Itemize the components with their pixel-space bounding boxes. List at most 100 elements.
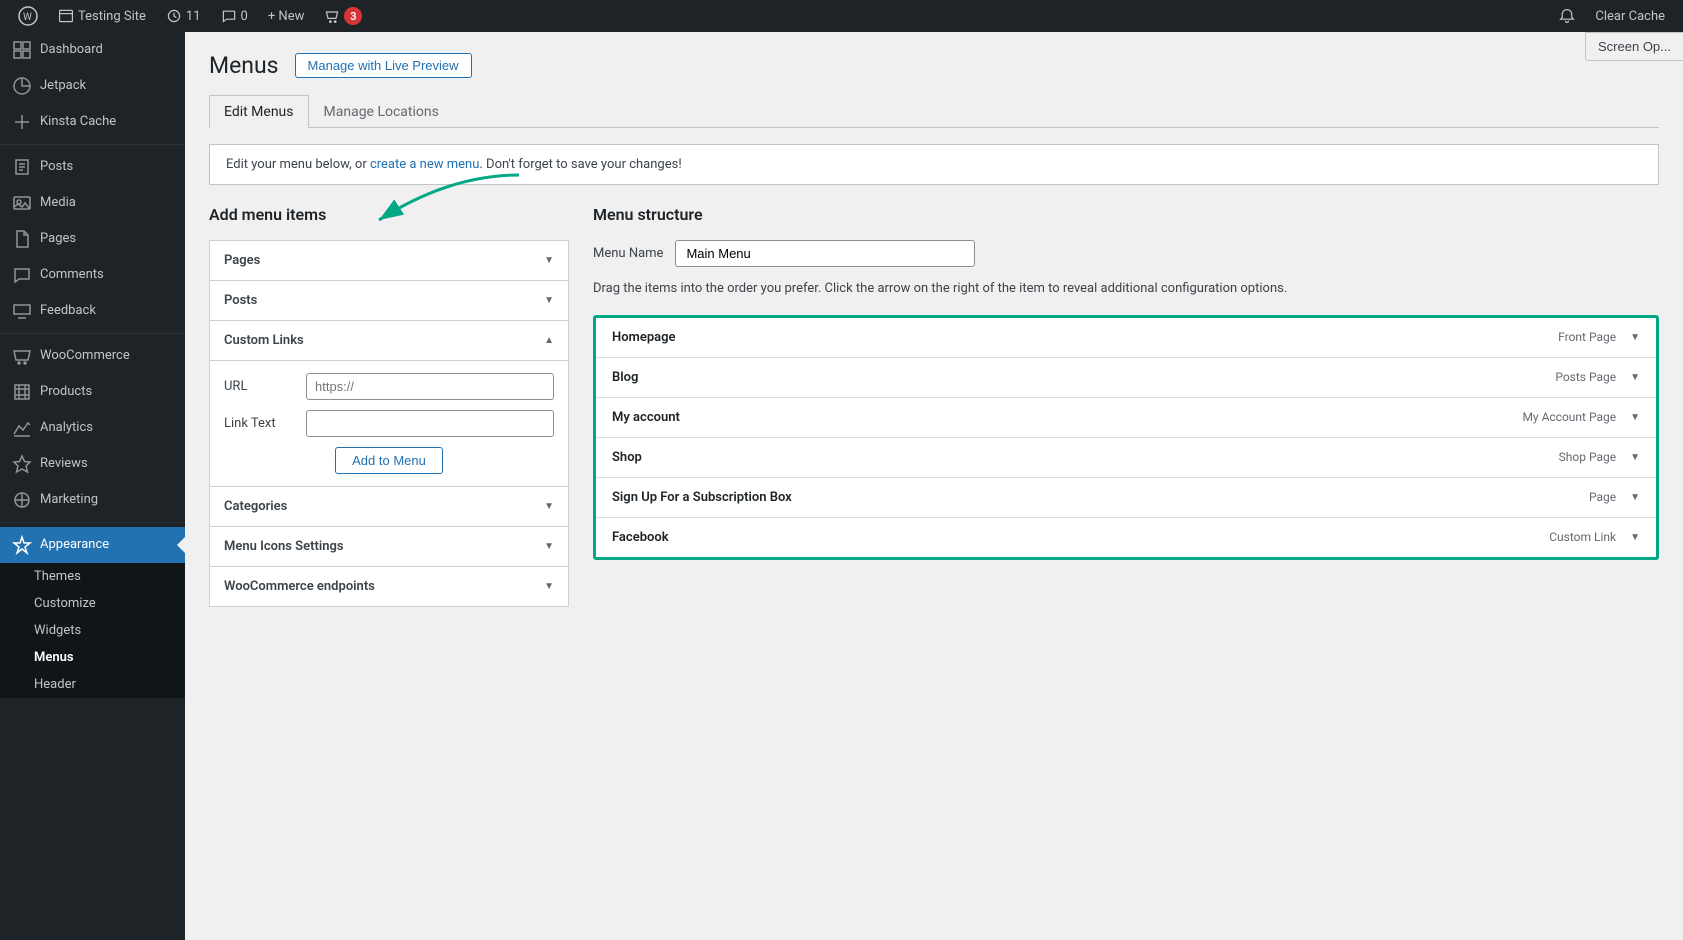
accordion-categories-header[interactable]: Categories ▼ bbox=[210, 487, 568, 526]
sidebar-item-comments[interactable]: Comments bbox=[0, 257, 185, 293]
tab-manage-locations[interactable]: Manage Locations bbox=[309, 95, 454, 128]
url-input[interactable] bbox=[306, 373, 554, 400]
pages-chevron-icon: ▼ bbox=[544, 255, 554, 266]
woo-badge: 3 bbox=[344, 7, 362, 25]
menu-item-homepage-right: Front Page ▼ bbox=[1558, 330, 1640, 344]
sidebar-item-dashboard[interactable]: Dashboard bbox=[0, 32, 185, 68]
menu-description: Drag the items into the order you prefer… bbox=[593, 279, 1659, 299]
accordion-pages: Pages ▼ bbox=[209, 240, 569, 281]
my-account-expand-icon[interactable]: ▼ bbox=[1630, 412, 1640, 423]
two-col-layout: Add menu items Pages bbox=[209, 205, 1659, 607]
accordion-custom-links: Custom Links ▲ URL Link Text Add to Menu bbox=[209, 321, 569, 487]
main-wrapper: Dashboard Jetpack Kinsta Cache Posts Me bbox=[0, 32, 1683, 940]
sidebar-item-analytics[interactable]: Analytics bbox=[0, 410, 185, 446]
page-title: Menus bbox=[209, 52, 279, 79]
link-text-input[interactable] bbox=[306, 410, 554, 437]
tab-edit-menus[interactable]: Edit Menus bbox=[209, 95, 309, 128]
sidebar-submenu-appearance: Themes Customize Widgets Menus Header bbox=[0, 563, 185, 698]
clear-cache-btn[interactable]: Clear Cache bbox=[1585, 0, 1675, 32]
screen-options-btn[interactable]: Screen Op... bbox=[1585, 32, 1683, 61]
site-name-btn[interactable]: Testing Site bbox=[48, 0, 156, 32]
info-bar: Edit your menu below, or create a new me… bbox=[209, 144, 1659, 185]
new-btn[interactable]: + New bbox=[258, 0, 315, 32]
accordion-posts-header[interactable]: Posts ▼ bbox=[210, 281, 568, 320]
sidebar-label-posts: Posts bbox=[40, 158, 73, 176]
menu-item-shop[interactable]: Shop Shop Page ▼ bbox=[596, 438, 1656, 478]
homepage-expand-icon[interactable]: ▼ bbox=[1630, 332, 1640, 343]
sidebar-item-media[interactable]: Media bbox=[0, 185, 185, 221]
sidebar-item-kinsta[interactable]: Kinsta Cache bbox=[0, 104, 185, 140]
sidebar-sep-3 bbox=[0, 522, 185, 523]
accordion-categories: Categories ▼ bbox=[209, 487, 569, 527]
sidebar-submenu-menus[interactable]: Menus bbox=[0, 644, 185, 671]
url-row: URL bbox=[224, 373, 554, 400]
sidebar-label-woocommerce: WooCommerce bbox=[40, 347, 130, 365]
info-text-after: . Don't forget to save your changes! bbox=[479, 157, 681, 172]
accordion-menu-icons: Menu Icons Settings ▼ bbox=[209, 527, 569, 567]
sidebar-submenu-themes[interactable]: Themes bbox=[0, 563, 185, 590]
menu-structure-header: Menu structure bbox=[593, 205, 1659, 224]
admin-bar-right: Clear Cache bbox=[1549, 0, 1675, 32]
sidebar-submenu-header[interactable]: Header bbox=[0, 671, 185, 698]
sidebar-item-posts[interactable]: Posts bbox=[0, 149, 185, 185]
sign-up-expand-icon[interactable]: ▼ bbox=[1630, 492, 1640, 503]
sidebar-item-feedback[interactable]: Feedback bbox=[0, 293, 185, 329]
sidebar-submenu-customize[interactable]: Customize bbox=[0, 590, 185, 617]
menu-item-homepage[interactable]: Homepage Front Page ▼ bbox=[596, 318, 1656, 358]
menu-name-input[interactable] bbox=[675, 240, 975, 267]
menu-item-facebook[interactable]: Facebook Custom Link ▼ bbox=[596, 518, 1656, 557]
sidebar-item-products[interactable]: Products bbox=[0, 374, 185, 410]
admin-bar: W Testing Site 11 0 + New 3 bbox=[0, 0, 1683, 32]
menu-item-my-account[interactable]: My account My Account Page ▼ bbox=[596, 398, 1656, 438]
sidebar-item-woocommerce[interactable]: WooCommerce bbox=[0, 338, 185, 374]
add-menu-items-header: Add menu items bbox=[209, 205, 569, 224]
menu-item-blog[interactable]: Blog Posts Page ▼ bbox=[596, 358, 1656, 398]
sidebar-item-jetpack[interactable]: Jetpack bbox=[0, 68, 185, 104]
accordion-custom-links-body: URL Link Text Add to Menu bbox=[210, 360, 568, 486]
sidebar-submenu-widgets[interactable]: Widgets bbox=[0, 617, 185, 644]
menu-items-box: Homepage Front Page ▼ Blog Posts Page ▼ bbox=[593, 315, 1659, 560]
sidebar-sep-2 bbox=[0, 333, 185, 334]
notifications-btn[interactable] bbox=[1549, 0, 1585, 32]
live-preview-btn[interactable]: Manage with Live Preview bbox=[295, 53, 472, 78]
menu-item-my-account-right: My Account Page ▼ bbox=[1522, 410, 1640, 424]
accordion-woo-endpoints-header[interactable]: WooCommerce endpoints ▼ bbox=[210, 567, 568, 606]
menu-name-label: Menu Name bbox=[593, 246, 663, 261]
comments-count: 0 bbox=[241, 9, 248, 24]
menu-item-sign-up-right: Page ▼ bbox=[1589, 490, 1640, 504]
sidebar-item-reviews[interactable]: Reviews bbox=[0, 446, 185, 482]
custom-links-chevron-icon: ▲ bbox=[544, 335, 554, 346]
shop-expand-icon[interactable]: ▼ bbox=[1630, 452, 1640, 463]
sidebar-sep-1 bbox=[0, 144, 185, 145]
updates-btn[interactable]: 11 bbox=[156, 0, 211, 32]
tabs: Edit Menus Manage Locations bbox=[209, 95, 1659, 128]
add-to-menu-btn[interactable]: Add to Menu bbox=[335, 447, 443, 474]
accordion-menu-icons-header[interactable]: Menu Icons Settings ▼ bbox=[210, 527, 568, 566]
menu-item-sign-up[interactable]: Sign Up For a Subscription Box Page ▼ bbox=[596, 478, 1656, 518]
sidebar-item-appearance[interactable]: Appearance bbox=[0, 527, 185, 563]
sidebar-label-analytics: Analytics bbox=[40, 419, 93, 437]
sidebar-label-marketing: Marketing bbox=[40, 491, 98, 509]
info-text-before: Edit your menu below, or bbox=[226, 157, 370, 172]
accordion-custom-links-header[interactable]: Custom Links ▲ bbox=[210, 321, 568, 360]
accordion-pages-header[interactable]: Pages ▼ bbox=[210, 241, 568, 280]
accordion-posts: Posts ▼ bbox=[209, 281, 569, 321]
blog-expand-icon[interactable]: ▼ bbox=[1630, 372, 1640, 383]
sidebar-label-jetpack: Jetpack bbox=[40, 77, 86, 95]
sidebar: Dashboard Jetpack Kinsta Cache Posts Me bbox=[0, 32, 185, 940]
menu-name-row: Menu Name bbox=[593, 240, 1659, 267]
sidebar-label-pages: Pages bbox=[40, 230, 76, 248]
woo-btn[interactable]: 3 bbox=[314, 0, 372, 32]
comments-btn[interactable]: 0 bbox=[211, 0, 258, 32]
url-label: URL bbox=[224, 379, 294, 394]
create-new-menu-link[interactable]: create a new menu bbox=[370, 157, 479, 172]
sidebar-item-marketing[interactable]: Marketing bbox=[0, 482, 185, 518]
facebook-expand-icon[interactable]: ▼ bbox=[1630, 532, 1640, 543]
page-header: Menus Manage with Live Preview bbox=[209, 52, 1659, 79]
link-text-label: Link Text bbox=[224, 416, 294, 431]
woo-endpoints-chevron-icon: ▼ bbox=[544, 581, 554, 592]
menu-structure-col: Menu structure Menu Name Drag the items … bbox=[593, 205, 1659, 560]
wp-logo-btn[interactable]: W bbox=[8, 0, 48, 32]
sidebar-item-pages[interactable]: Pages bbox=[0, 221, 185, 257]
content-area: Menus Manage with Live Preview Edit Menu… bbox=[185, 32, 1683, 940]
